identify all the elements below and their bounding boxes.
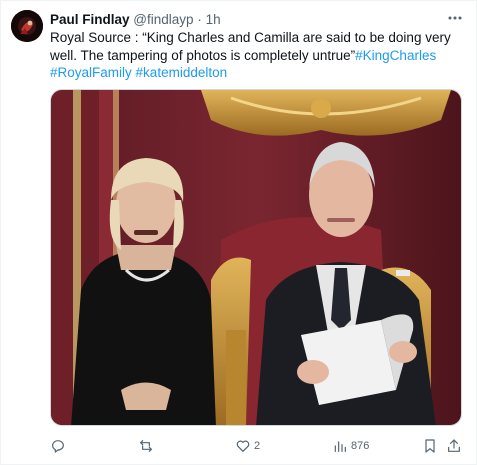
post-time[interactable]: 1h [206, 12, 221, 27]
tweet-card: Paul Findlay @findlayp · 1h Royal Source… [0, 0, 477, 465]
separator-dot: · [197, 12, 202, 27]
retweet-button[interactable] [138, 434, 157, 458]
bookmark-icon [425, 439, 435, 453]
bookmark-button[interactable] [422, 434, 438, 458]
views-button[interactable]: 876 [332, 434, 369, 458]
hashtag-katemiddelton[interactable]: #katemiddelton [136, 65, 228, 80]
hashtag-kingcharles[interactable]: #KingCharles [355, 48, 436, 63]
tweet-actions: 2 876 [50, 434, 462, 458]
user-handle[interactable]: @findlayp [133, 12, 193, 27]
views-count: 876 [351, 440, 370, 452]
reply-icon [52, 440, 64, 453]
like-count: 2 [254, 440, 261, 452]
tweet-photo[interactable] [50, 89, 462, 426]
like-button[interactable]: 2 [235, 434, 260, 458]
more-options-icon[interactable] [444, 9, 466, 29]
tweet-header: Paul Findlay @findlayp · 1h [50, 11, 466, 31]
share-icon [448, 439, 460, 452]
retweet-icon [140, 440, 152, 452]
hashtag-royalfamily[interactable]: #RoyalFamily [50, 65, 132, 80]
tweet-text: Royal Source : “King Charles and Camilla… [50, 29, 464, 82]
reply-button[interactable] [50, 434, 69, 458]
share-button[interactable] [446, 434, 462, 458]
heart-icon [236, 440, 250, 452]
avatar[interactable] [11, 10, 43, 42]
display-name[interactable]: Paul Findlay [50, 12, 130, 27]
views-chart-icon [334, 441, 346, 452]
